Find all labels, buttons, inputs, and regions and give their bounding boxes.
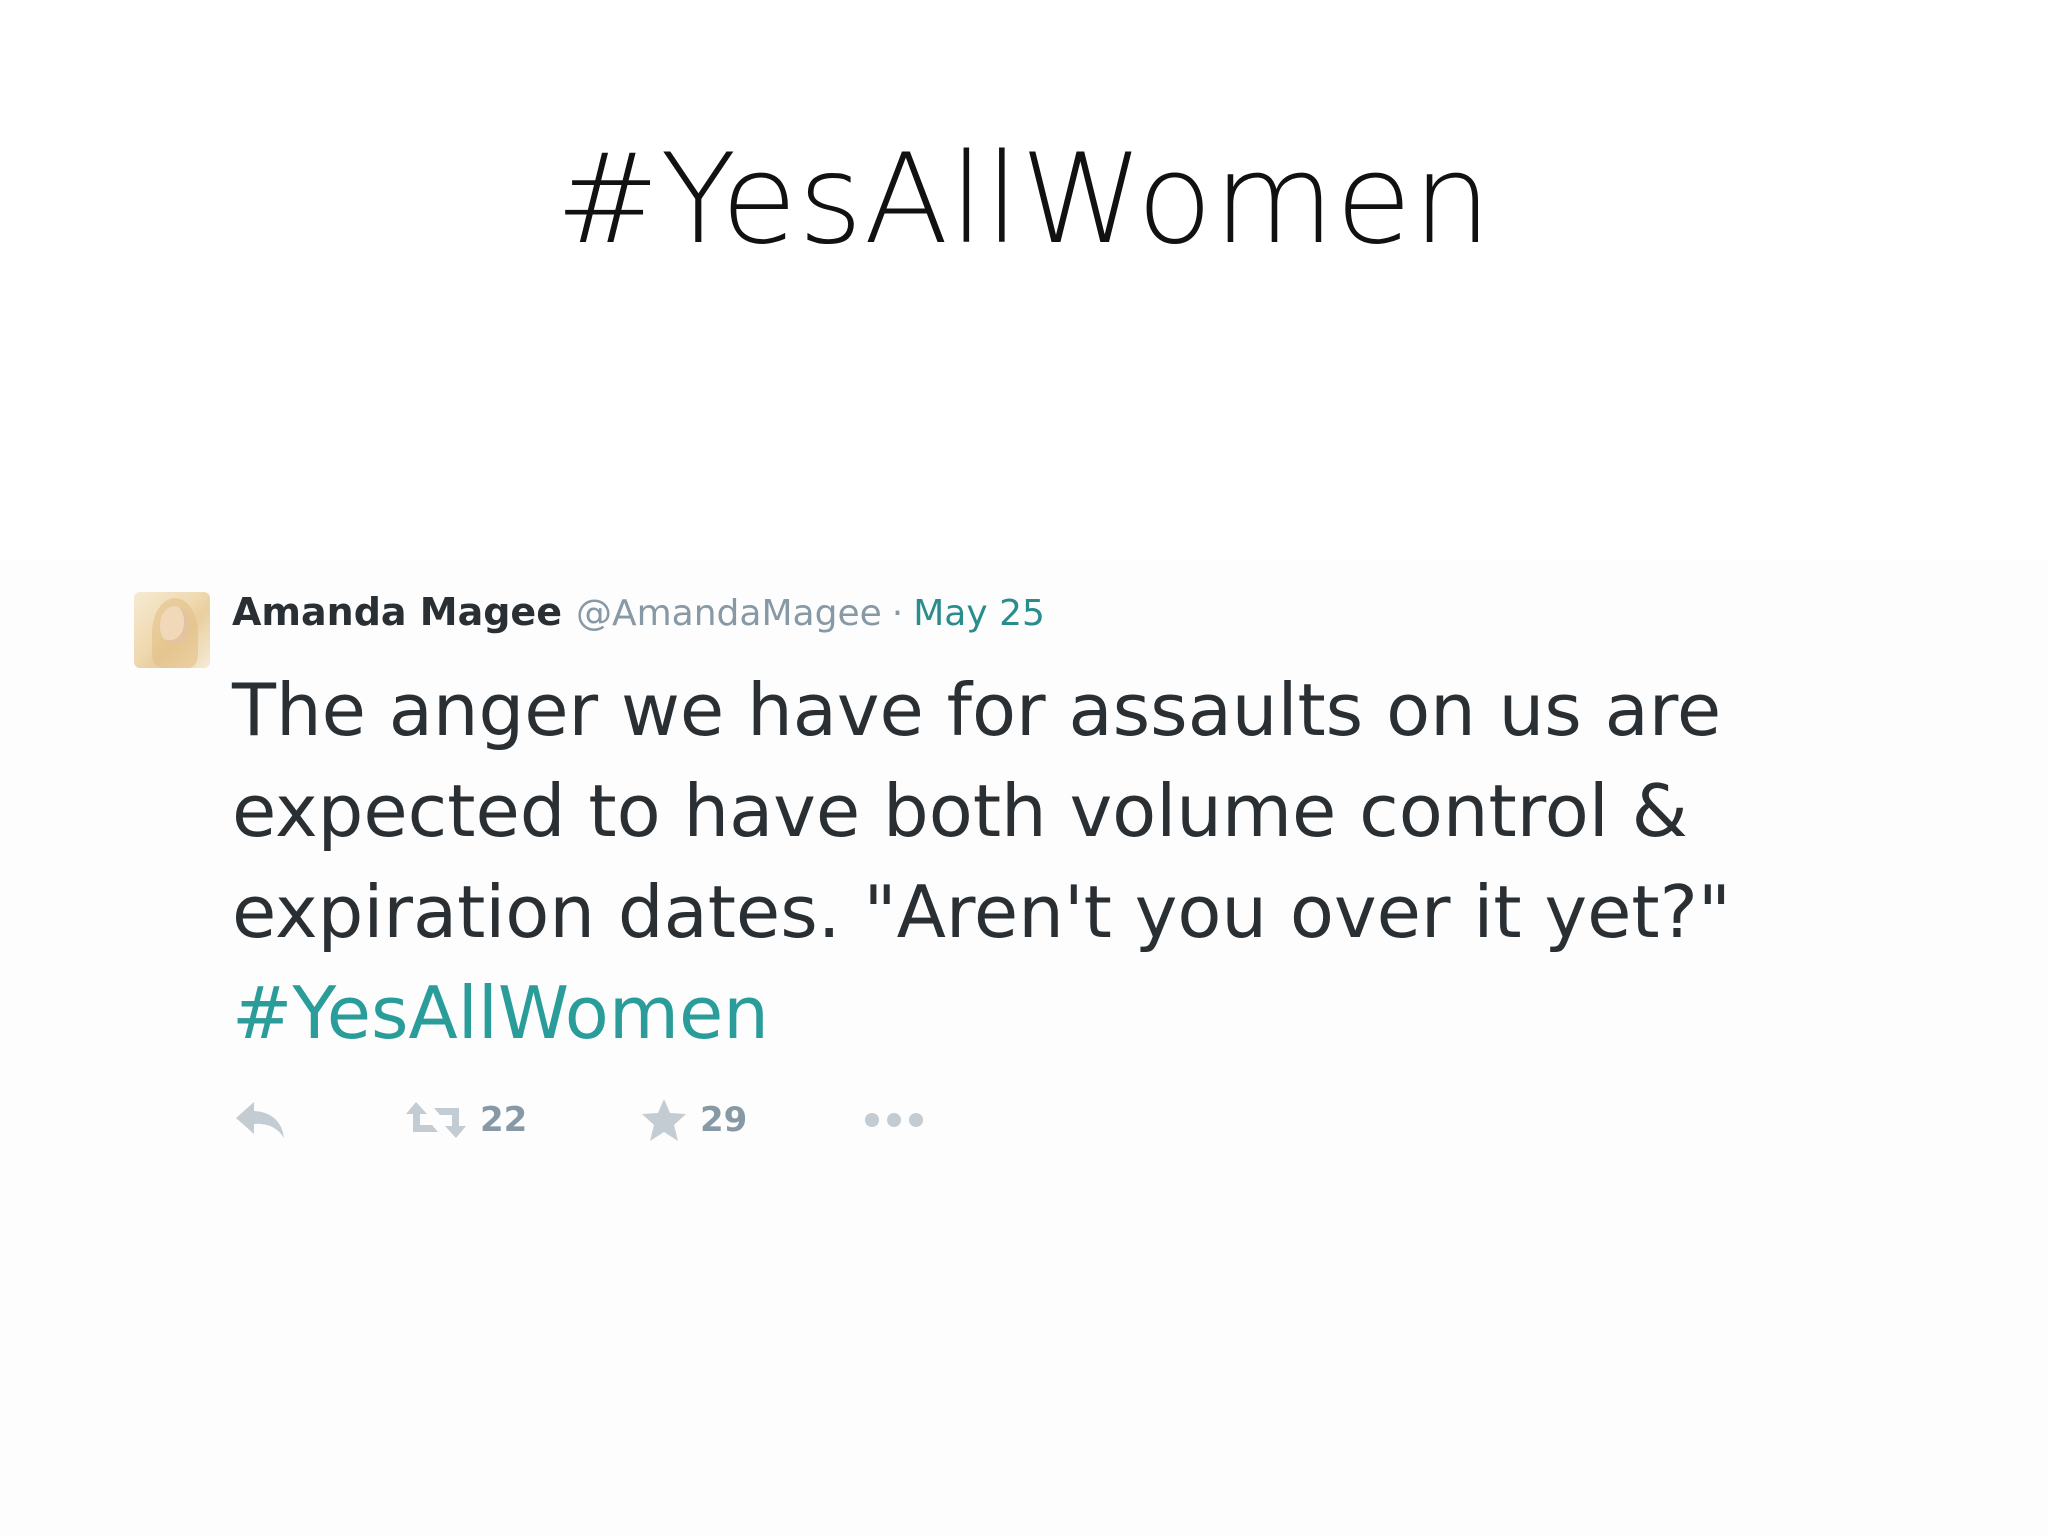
more-icon (862, 1110, 926, 1130)
header-separator: · (891, 593, 904, 634)
reply-icon (232, 1098, 288, 1142)
tweet-card: Amanda Magee @AmandaMagee · May 25 The a… (0, 560, 2048, 1536)
tweet-text: The anger we have for assaults on us are… (232, 660, 1852, 1064)
star-icon (640, 1097, 688, 1143)
tweet-actions: 22 29 (232, 1090, 926, 1150)
favorite-count: 29 (700, 1100, 748, 1140)
reply-button[interactable] (232, 1098, 404, 1142)
retweet-icon (404, 1098, 468, 1142)
tweet-text-line: expiration dates. "Aren't you over it ye… (232, 870, 1731, 954)
hashtag-link[interactable]: #YesAllWomen (232, 963, 1852, 1064)
favorite-button[interactable]: 29 (640, 1097, 862, 1143)
retweet-button[interactable]: 22 (404, 1098, 640, 1142)
tweet-text-line: expected to have both volume control & (232, 769, 1688, 853)
avatar[interactable] (134, 592, 210, 668)
slide-title: #YesAllWomen (555, 128, 1493, 272)
tweet-date[interactable]: May 25 (913, 593, 1045, 634)
author-handle[interactable]: @AmandaMagee (576, 593, 882, 634)
author-name[interactable]: Amanda Magee (232, 590, 562, 634)
more-button[interactable] (862, 1110, 926, 1130)
tweet-text-line: The anger we have for assaults on us are (232, 668, 1722, 752)
tweet-header: Amanda Magee @AmandaMagee · May 25 (232, 590, 1045, 640)
retweet-count: 22 (480, 1100, 528, 1140)
